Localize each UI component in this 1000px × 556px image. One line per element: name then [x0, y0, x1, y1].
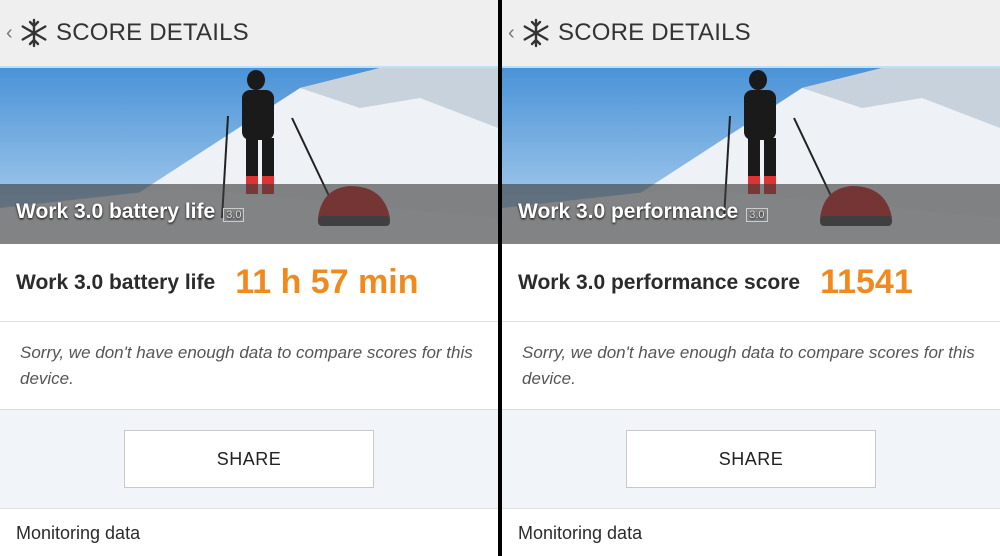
top-bar: ‹ SCORE DETAILS	[0, 0, 498, 68]
back-icon[interactable]: ‹	[6, 22, 16, 45]
score-value: 11541	[820, 263, 913, 301]
back-icon[interactable]: ‹	[508, 22, 518, 45]
score-value: 11 h 57 min	[235, 263, 419, 301]
left-panel: ‹ SCORE DETAILS Work 3.0 battery life 3.…	[0, 0, 498, 556]
hero-banner: Work 3.0 battery life 3.0	[0, 68, 498, 244]
hero-banner: Work 3.0 performance 3.0	[502, 68, 1000, 244]
page-title: SCORE DETAILS	[558, 19, 751, 46]
comparison-note: Sorry, we don't have enough data to comp…	[502, 322, 1000, 410]
monitoring-data-header[interactable]: Monitoring data	[0, 508, 498, 556]
hero-title-text: Work 3.0 battery life	[16, 200, 216, 223]
monitoring-data-header[interactable]: Monitoring data	[502, 508, 1000, 556]
hero-version-badge: 3.0	[746, 208, 768, 222]
comparison-note-text: Sorry, we don't have enough data to comp…	[20, 343, 473, 388]
comparison-note-text: Sorry, we don't have enough data to comp…	[522, 343, 975, 388]
snowflake-logo-icon[interactable]	[520, 17, 552, 49]
hero-title: Work 3.0 battery life 3.0	[16, 200, 245, 224]
share-button[interactable]: SHARE	[626, 430, 876, 488]
score-label: Work 3.0 battery life	[16, 270, 216, 294]
score-row: Work 3.0 performance score 11541	[502, 244, 1000, 322]
right-panel: ‹ SCORE DETAILS Work 3.0 performance 3.0…	[502, 0, 1000, 556]
hero-title-text: Work 3.0 performance	[518, 200, 739, 223]
top-bar: ‹ SCORE DETAILS	[502, 0, 1000, 68]
comparison-note: Sorry, we don't have enough data to comp…	[0, 322, 498, 410]
hero-title: Work 3.0 performance 3.0	[518, 200, 768, 224]
snowflake-logo-icon[interactable]	[18, 17, 50, 49]
share-button[interactable]: SHARE	[124, 430, 374, 488]
score-label: Work 3.0 performance score	[518, 270, 801, 294]
share-area: SHARE	[502, 410, 1000, 508]
hero-version-badge: 3.0	[223, 208, 245, 222]
page-title: SCORE DETAILS	[56, 19, 249, 46]
score-row: Work 3.0 battery life 11 h 57 min	[0, 244, 498, 322]
share-area: SHARE	[0, 410, 498, 508]
